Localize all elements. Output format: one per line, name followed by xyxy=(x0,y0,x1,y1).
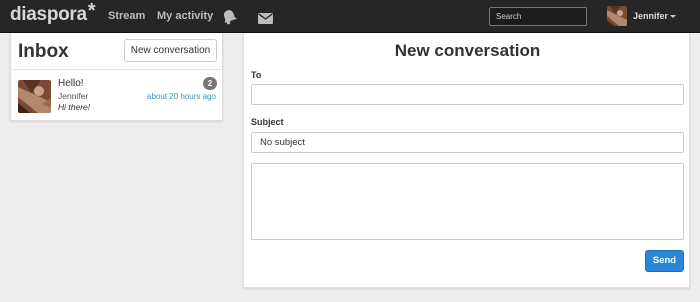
conversation-snippet: Hi there! xyxy=(58,102,91,112)
send-button[interactable]: Send xyxy=(645,250,684,272)
subject-input[interactable] xyxy=(251,132,684,153)
inbox-title: Inbox xyxy=(18,41,69,62)
message-textarea[interactable] xyxy=(251,163,684,240)
brand-name: diaspora xyxy=(10,4,87,25)
brand-star: * xyxy=(87,0,96,22)
to-input[interactable] xyxy=(251,84,684,105)
inbox-panel: Inbox New conversation Hello! Jennifer H… xyxy=(10,33,223,121)
chevron-down-icon[interactable] xyxy=(670,15,676,18)
conversation-timestamp[interactable]: about 20 hours ago xyxy=(147,92,216,101)
bell-icon[interactable] xyxy=(222,9,237,30)
to-label: To xyxy=(251,70,262,80)
unread-count-badge: 2 xyxy=(203,77,217,90)
envelope-icon[interactable] xyxy=(258,11,273,29)
new-conversation-button[interactable]: New conversation xyxy=(124,39,217,62)
nav-my-activity-link[interactable]: My activity xyxy=(157,10,213,22)
conversation-avatar xyxy=(18,80,51,113)
brand-logo[interactable]: diaspora* xyxy=(10,0,96,26)
conversation-author: Jennifer xyxy=(58,91,89,101)
new-conversation-panel: New conversation To Subject Send xyxy=(243,33,690,288)
subject-label: Subject xyxy=(251,117,284,127)
conversation-subject: Hello! xyxy=(58,78,84,89)
page-title: New conversation xyxy=(394,41,541,60)
nav-stream-link[interactable]: Stream xyxy=(108,10,145,22)
top-navbar: diaspora* Stream My activity Jennifer xyxy=(0,0,700,33)
user-avatar[interactable] xyxy=(607,6,627,26)
search-input[interactable] xyxy=(489,7,587,26)
user-menu-name[interactable]: Jennifer xyxy=(633,11,668,21)
conversation-list-item[interactable]: Hello! Jennifer Hi there! 2 about 20 hou… xyxy=(11,70,222,120)
